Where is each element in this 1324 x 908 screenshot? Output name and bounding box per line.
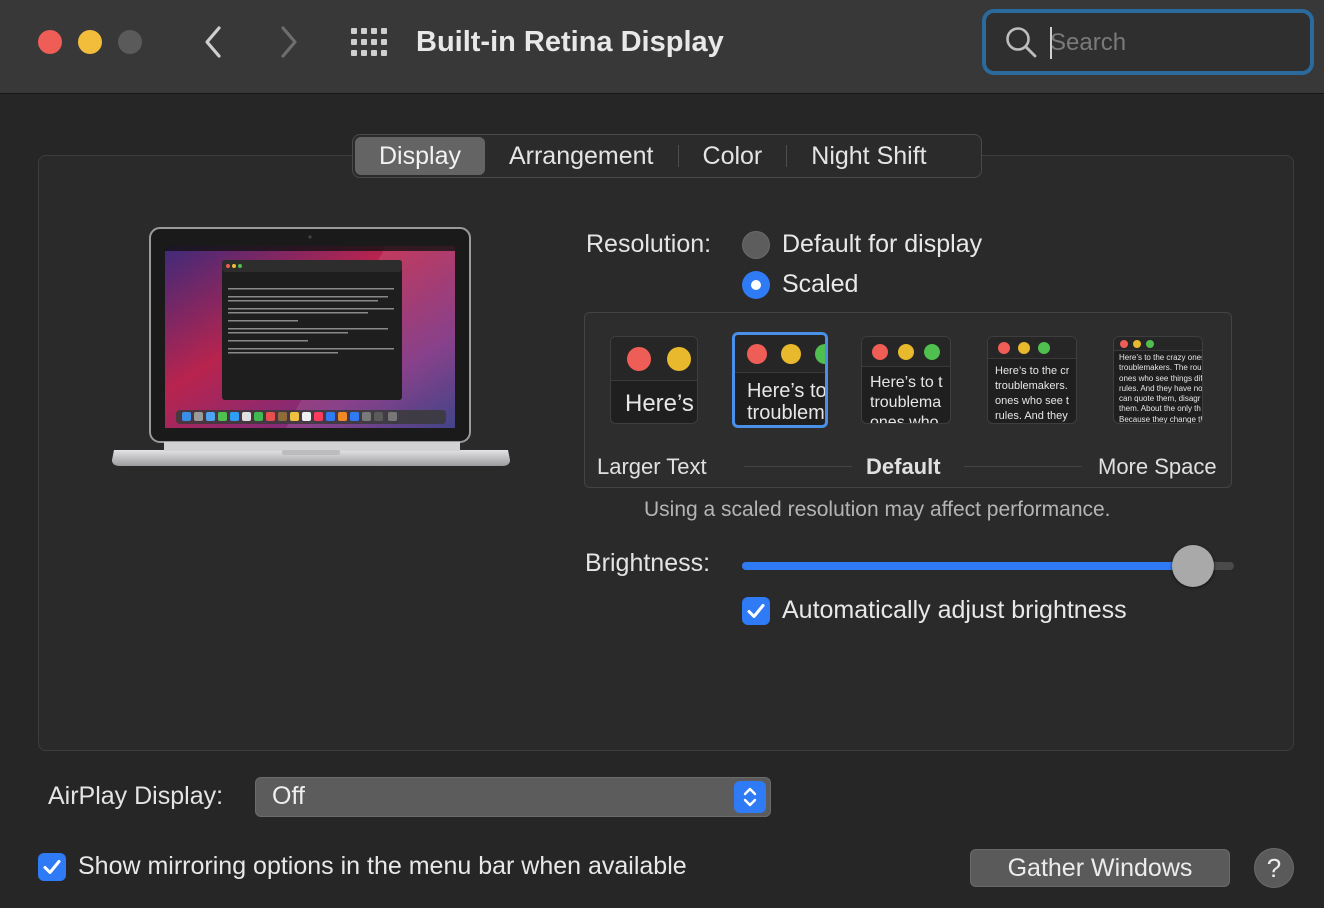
performance-note: Using a scaled resolution may affect per…	[644, 498, 1111, 521]
close-button[interactable]	[38, 30, 62, 54]
brightness-label: Brightness:	[585, 549, 711, 577]
auto-brightness-checkbox[interactable]	[742, 597, 770, 625]
brightness-slider-knob[interactable]	[1172, 545, 1214, 587]
tab-arrangement[interactable]: Arrangement	[485, 137, 678, 175]
gather-windows-button[interactable]: Gather Windows	[970, 849, 1230, 887]
scale-option-4[interactable]: Here’s to the cr troublemakers. ones who…	[987, 336, 1077, 424]
thumb-dot	[898, 344, 914, 360]
grid-icon	[351, 28, 387, 56]
popup-arrows[interactable]	[734, 781, 766, 813]
scale-option-larger-text[interactable]: Here’s	[610, 336, 698, 424]
tab-bar: Display Arrangement Color Night Shift	[352, 134, 982, 178]
airplay-display-popup[interactable]: Off	[255, 777, 771, 817]
window-title: Built-in Retina Display	[416, 26, 724, 58]
radio-label-default[interactable]: Default for display	[782, 230, 982, 259]
back-button[interactable]	[194, 22, 234, 62]
auto-brightness-label[interactable]: Automatically adjust brightness	[782, 596, 1127, 625]
scale-option-default[interactable]: Here’s to t troublema ones who	[861, 336, 951, 424]
radio-default-for-display[interactable]	[742, 231, 770, 259]
show-all-button[interactable]	[350, 26, 388, 58]
preferences-window: Built-in Retina Display Display Arrangem…	[0, 0, 1324, 908]
scale-divider	[744, 466, 852, 467]
checkmark-icon	[43, 860, 61, 874]
show-mirroring-label[interactable]: Show mirroring options in the menu bar w…	[78, 852, 687, 881]
scale-option-2[interactable]: Here’s to troublem	[732, 332, 828, 428]
checkmark-icon	[747, 604, 765, 618]
scale-divider	[964, 466, 1082, 467]
thumb-text: Here’s to the crazy ones troublemakers. …	[1119, 353, 1203, 424]
tab-display[interactable]: Display	[355, 137, 485, 175]
thumb-dot	[781, 344, 801, 364]
radio-label-scaled[interactable]: Scaled	[782, 270, 858, 299]
thumb-dot	[1146, 340, 1154, 348]
tab-color[interactable]: Color	[679, 137, 787, 175]
thumb-dot	[924, 344, 940, 360]
airplay-display-value: Off	[272, 782, 305, 810]
search-field[interactable]	[982, 9, 1314, 75]
up-down-chevron-icon	[743, 787, 757, 807]
thumb-dot	[998, 342, 1010, 354]
radio-scaled[interactable]	[742, 271, 770, 299]
search-input[interactable]	[1050, 23, 1300, 63]
airplay-display-label: AirPlay Display:	[48, 782, 224, 810]
thumb-dot	[1018, 342, 1030, 354]
thumb-dot	[815, 344, 825, 364]
thumb-dot	[1038, 342, 1050, 354]
thumb-dot	[872, 344, 888, 360]
resolution-label: Resolution:	[586, 230, 712, 258]
scale-label-more-space: More Space	[1098, 454, 1217, 479]
chevron-right-icon	[281, 26, 297, 58]
thumb-text: Here’s to troublem	[747, 380, 827, 424]
text-caret	[1050, 27, 1052, 59]
thumb-dot	[667, 347, 691, 371]
zoom-button	[118, 30, 142, 54]
title-bar: Built-in Retina Display	[0, 0, 1324, 94]
help-button[interactable]: ?	[1254, 848, 1294, 888]
brightness-slider[interactable]	[742, 562, 1234, 570]
thumb-dot	[627, 347, 651, 371]
forward-button[interactable]	[268, 22, 308, 62]
chevron-left-icon	[205, 26, 221, 58]
scale-label-larger-text: Larger Text	[597, 454, 707, 479]
scale-label-default: Default	[866, 454, 941, 479]
brightness-slider-fill	[742, 562, 1188, 570]
thumb-text: Here’s	[625, 390, 694, 417]
thumb-dot	[747, 344, 767, 364]
tab-night-shift[interactable]: Night Shift	[787, 137, 950, 175]
thumb-text: Here’s to t troublema ones who	[870, 374, 943, 424]
minimize-button[interactable]	[78, 30, 102, 54]
laptop-image	[112, 227, 510, 466]
show-mirroring-checkbox[interactable]	[38, 853, 66, 881]
thumb-dot	[1133, 340, 1141, 348]
thumb-text: Here’s to the cr troublemakers. ones who…	[995, 365, 1070, 422]
search-icon	[1006, 27, 1037, 58]
thumb-dot	[1120, 340, 1128, 348]
scale-option-more-space[interactable]: Here’s to the crazy ones troublemakers. …	[1113, 336, 1203, 424]
